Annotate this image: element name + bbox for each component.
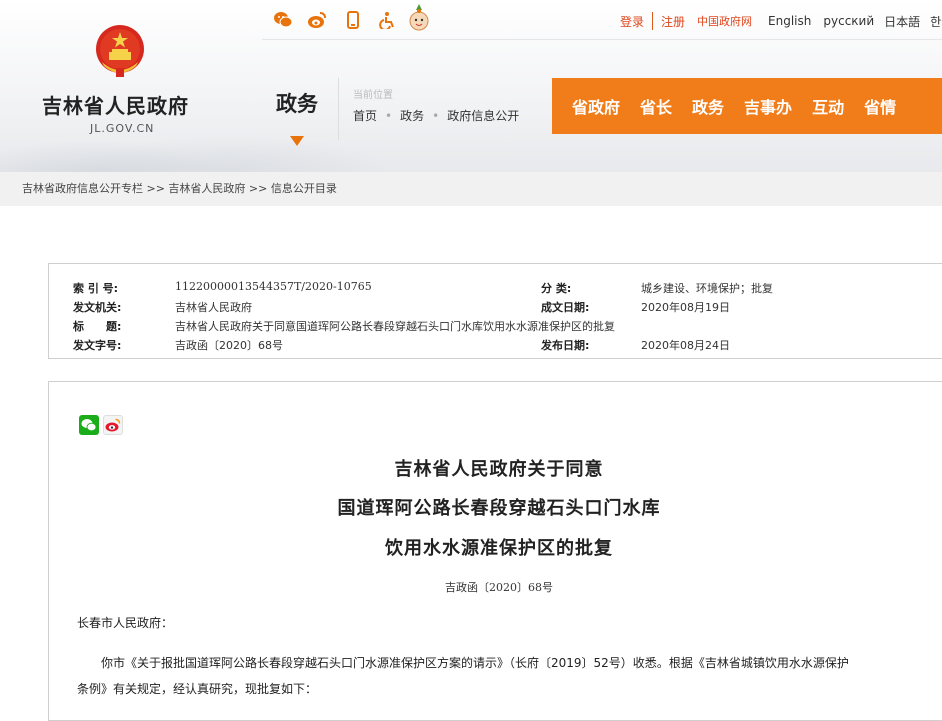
site-name[interactable]: 吉林省人民政府 (42, 90, 189, 119)
nav-item-provincial-gov[interactable]: 省政府 (572, 94, 620, 118)
location-label: 当前位置 (353, 90, 393, 101)
section-arrow-icon (290, 136, 304, 146)
register-link[interactable]: 注册 (661, 13, 685, 30)
top-bar: 登录 注册 中国政府网 English русский 日本語 한국 (262, 0, 942, 40)
top-links: 登录 注册 中国政府网 English русский 日本語 한국 (620, 12, 942, 30)
meta-row-index: 索 引 号: 11220000013544357T/2020-10765 (73, 280, 372, 296)
publish-date-value: 2020年08月24日 (641, 339, 730, 352)
share-weibo-icon[interactable] (103, 415, 123, 435)
title-value: 吉林省人民政府关于同意国道珲阿公路长春段穿越石头口门水库饮用水水源准保护区的批复 (175, 320, 615, 333)
divider (338, 78, 339, 140)
issuer-value: 吉林省人民政府 (175, 301, 252, 314)
written-date-label: 成文日期: (541, 301, 590, 314)
index-no-value: 11220000013544357T/2020-10765 (175, 280, 372, 293)
section-title: 政务 (276, 92, 318, 116)
nav-item-province-info[interactable]: 省情 (864, 94, 896, 118)
weibo-icon[interactable] (306, 9, 328, 31)
written-date-value: 2020年08月19日 (641, 301, 730, 314)
paragraph-1-line-1: 你市《关于报批国道珲阿公路长春段穿越石头口门水源准保护区方案的请示》（长府〔20… (101, 656, 849, 670)
meta-row-doc-no: 发文字号: 吉政函〔2020〕68号 (73, 337, 283, 353)
meta-row-title: 标 题: 吉林省人民政府关于同意国道珲阿公路长春段穿越石头口门水库饮用水水源准保… (73, 318, 615, 334)
publish-date-label: 发布日期: (541, 339, 590, 352)
doc-no-value: 吉政函〔2020〕68号 (175, 339, 283, 352)
salutation: 长春市人民政府： (77, 616, 174, 630)
korean-link[interactable]: 한국 (930, 13, 942, 30)
nav-item-affairs[interactable]: 政务 (692, 94, 724, 118)
document-title-line-3: 饮用水水源准保护区的批复 (385, 538, 613, 559)
category-value: 城乡建设、环境保护；批复 (641, 282, 773, 295)
share-buttons (79, 415, 123, 435)
crumb-info-disclosure[interactable]: 政府信息公开 (447, 109, 519, 123)
nav-item-interaction[interactable]: 互动 (812, 94, 844, 118)
share-wechat-icon[interactable] (79, 415, 99, 435)
title-label: 标 题: (73, 320, 122, 333)
location-crumbs: 首页 • 政务 • 政府信息公开 (353, 107, 519, 124)
document-title-line-1: 吉林省人民政府关于同意 (394, 459, 604, 480)
document-body: 吉林省人民政府关于同意 国道珲阿公路长春段穿越石头口门水库 饮用水水源准保护区的… (48, 381, 942, 721)
paragraph-1-line-2: 条例》有关规定，经认真研究，现批复如下： (77, 682, 318, 696)
wechat-icon[interactable] (272, 9, 294, 31)
nav-item-jishiban[interactable]: 吉事办 (744, 94, 792, 118)
nav-item-governor[interactable]: 省长 (640, 94, 672, 118)
site-header: 吉林省人民政府 JL.GOV.CN 登录 注册 中国政府网 English ру… (0, 0, 942, 172)
crumb-separator: • (385, 109, 393, 123)
english-link[interactable]: English (768, 14, 811, 28)
login-link[interactable]: 登录 (620, 13, 644, 30)
document-meta: 索 引 号: 11220000013544357T/2020-10765 分 类… (48, 263, 942, 359)
japanese-link[interactable]: 日本語 (884, 13, 920, 30)
accessibility-icon[interactable] (376, 9, 398, 31)
document-number: 吉政函〔2020〕68号 (445, 581, 553, 594)
document-title-line-2: 国道珲阿公路长春段穿越石头口门水库 (337, 498, 661, 519)
crumb-home[interactable]: 首页 (353, 109, 377, 123)
china-gov-link[interactable]: 中国政府网 (697, 13, 752, 29)
crumb-affairs[interactable]: 政务 (400, 109, 424, 123)
mascot-icon[interactable] (408, 4, 430, 32)
main-nav: 省政府 省长 政务 吉事办 互动 省情 (552, 78, 942, 134)
breadcrumb[interactable]: 吉林省政府信息公开专栏 >> 吉林省人民政府 >> 信息公开目录 (0, 172, 942, 206)
national-emblem-icon (96, 25, 144, 77)
crumb-separator: • (432, 109, 440, 123)
issuer-label: 发文机关: (73, 301, 122, 314)
doc-no-label: 发文字号: (73, 339, 122, 352)
mobile-icon[interactable] (342, 9, 364, 31)
divider (652, 12, 654, 30)
index-no-label: 索 引 号: (73, 282, 119, 295)
meta-row-issuer: 发文机关: 吉林省人民政府 (73, 299, 252, 315)
site-domain: JL.GOV.CN (90, 122, 155, 135)
russian-link[interactable]: русский (823, 14, 874, 28)
category-label: 分 类: (541, 282, 572, 295)
